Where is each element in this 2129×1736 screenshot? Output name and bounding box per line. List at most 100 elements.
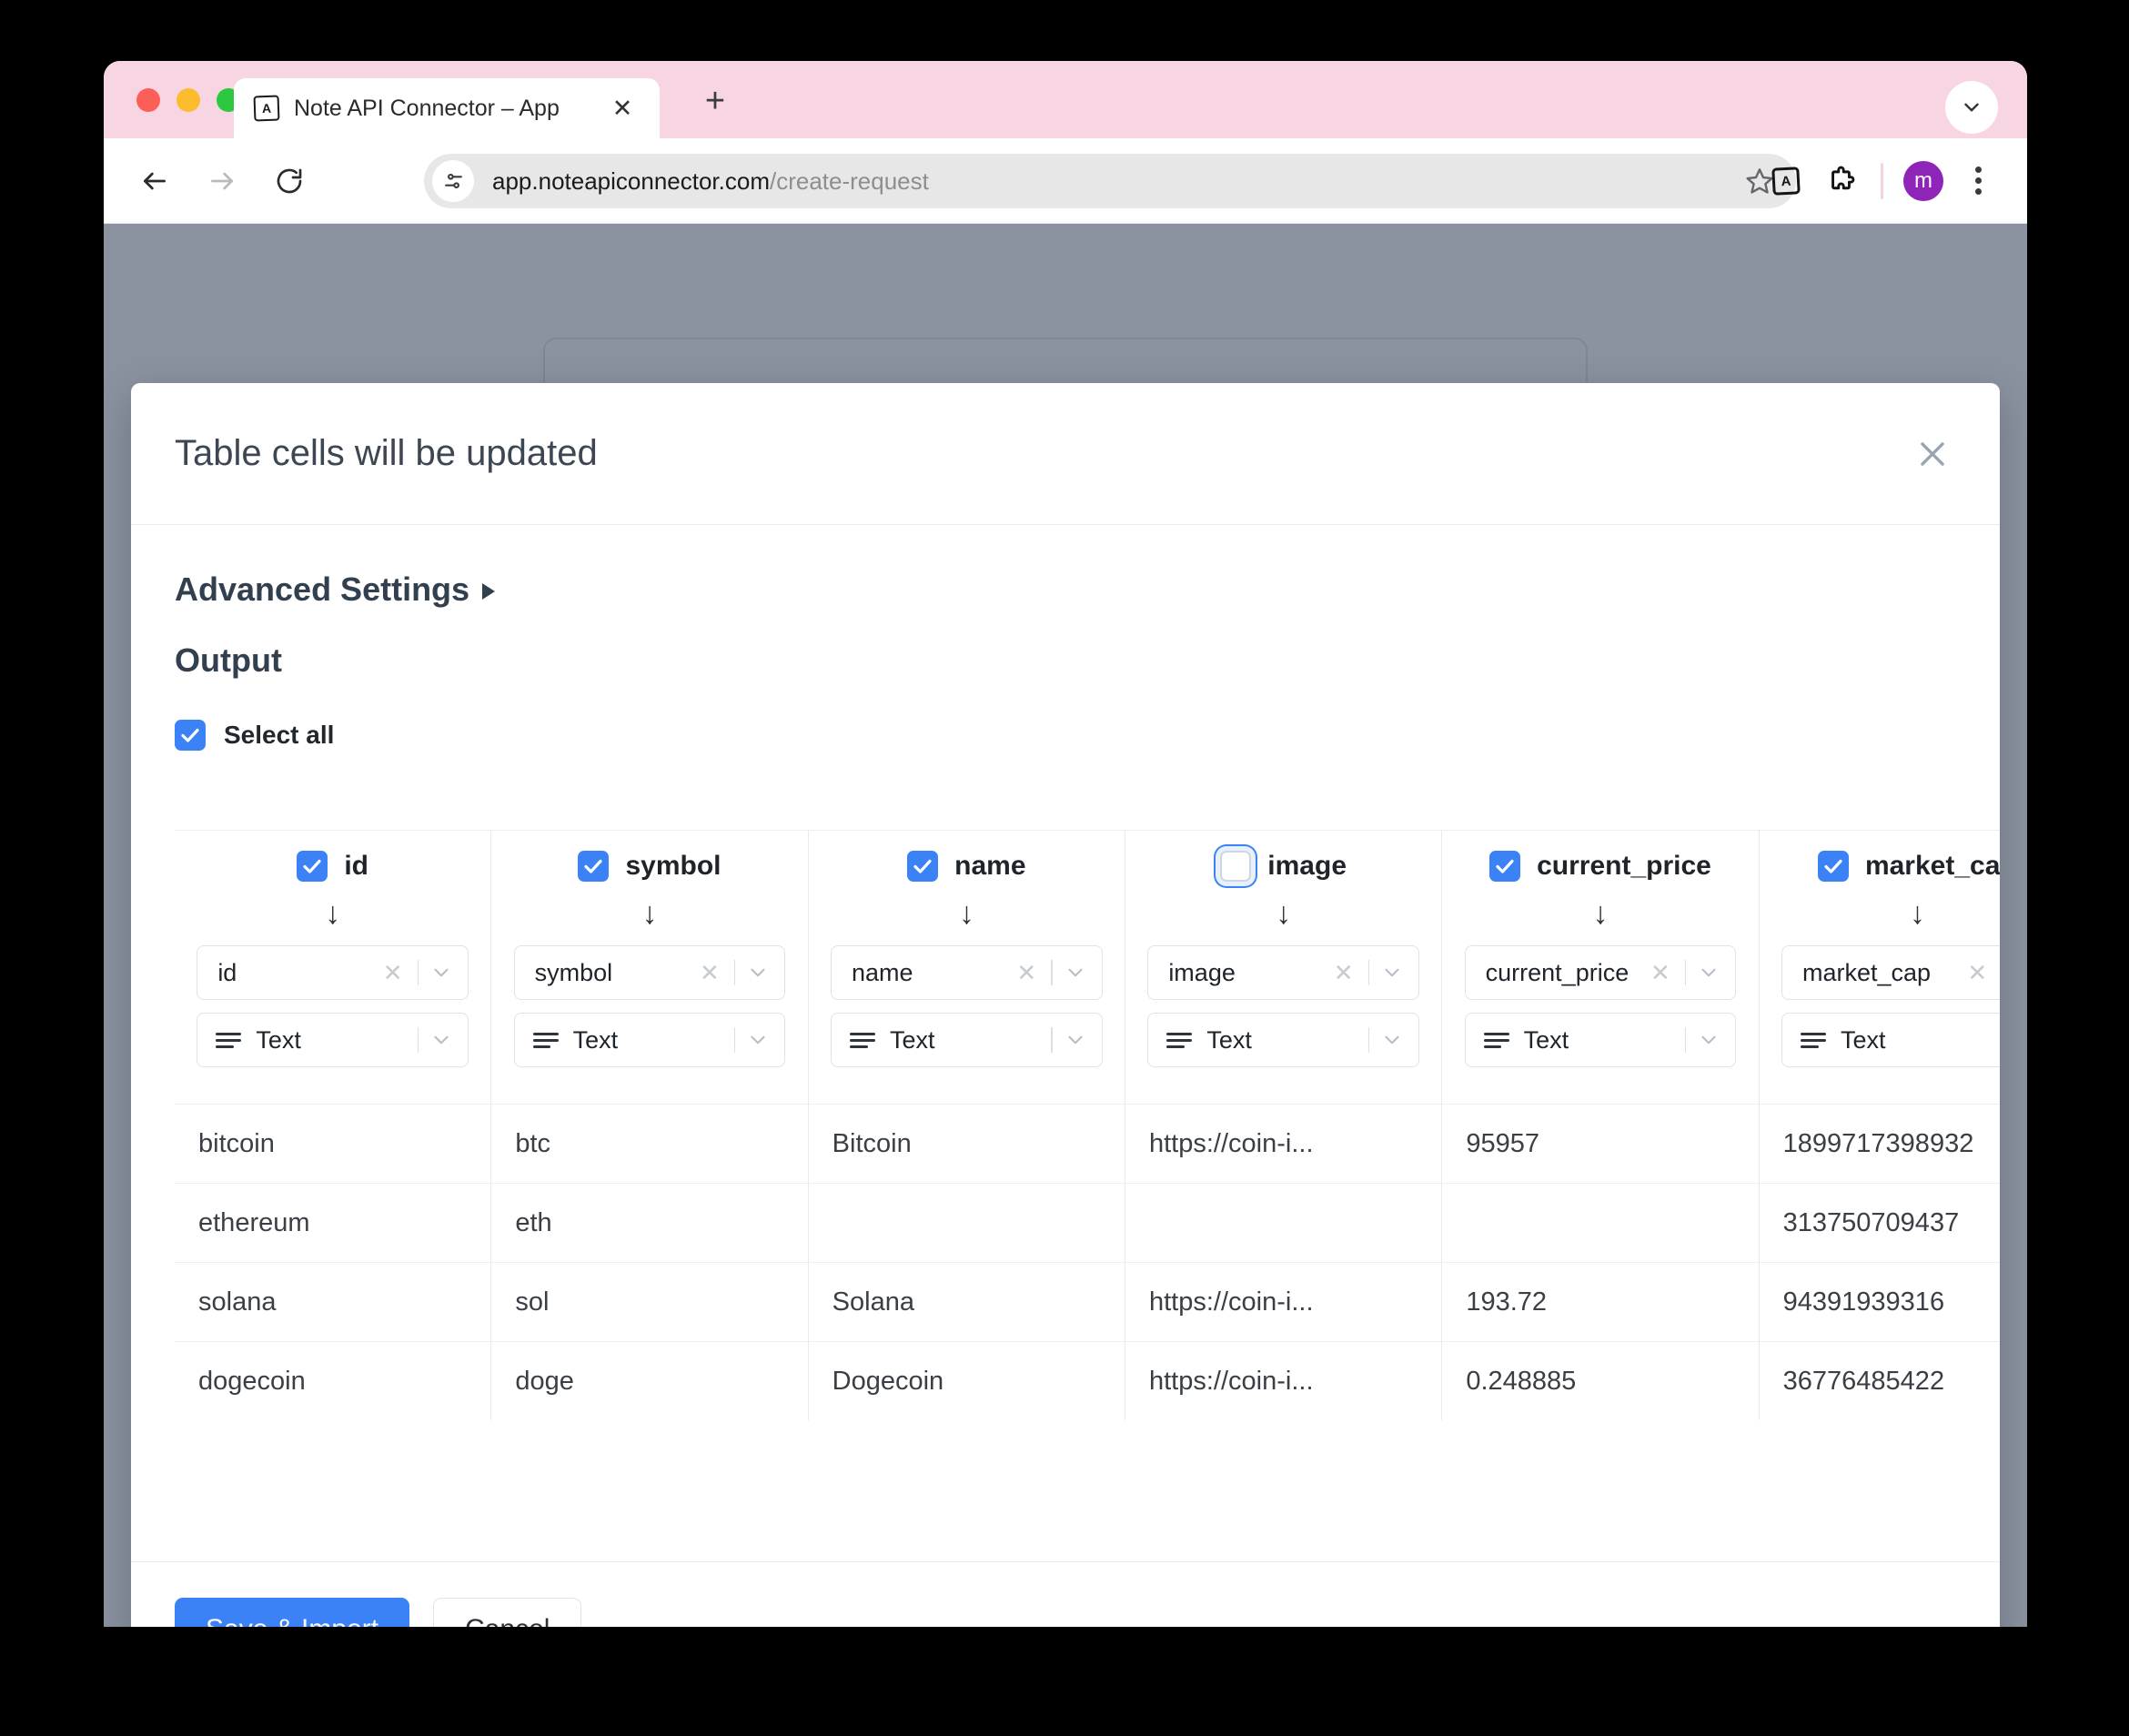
clear-icon[interactable]: ✕	[1013, 959, 1040, 987]
type-select-name[interactable]: Text	[830, 1013, 1103, 1067]
cell-image[interactable]: https://coin-i...	[1125, 1104, 1443, 1183]
cell-symbol[interactable]: doge	[491, 1341, 809, 1420]
select-divider	[1051, 1027, 1053, 1053]
cell-name[interactable]: Bitcoin	[808, 1104, 1125, 1183]
select-divider	[417, 960, 419, 985]
cell-market_cap[interactable]: 94391939316	[1759, 1262, 2000, 1341]
site-settings-icon[interactable]	[432, 160, 474, 202]
dialog-body: Advanced Settings Output Select all id ↓ i…	[131, 525, 2000, 1561]
cell-id[interactable]: solana	[175, 1262, 492, 1341]
output-heading: Output	[175, 641, 282, 679]
column-checkbox-market_cap[interactable]	[1817, 851, 1849, 882]
type-select-current_price[interactable]: Text	[1464, 1013, 1737, 1067]
type-select-market_cap[interactable]: Text	[1781, 1013, 2000, 1067]
chevron-down-icon[interactable]	[746, 961, 784, 984]
chevron-down-icon[interactable]	[429, 961, 468, 984]
close-window-button[interactable]	[136, 88, 160, 112]
new-tab-button[interactable]: +	[695, 81, 735, 121]
kebab-menu-icon[interactable]	[1952, 156, 2003, 207]
cell-id[interactable]: dogecoin	[175, 1341, 492, 1420]
chevron-down-icon[interactable]	[1697, 1028, 1735, 1052]
select-divider	[1684, 960, 1687, 985]
cell-id[interactable]: ethereum	[175, 1183, 492, 1262]
type-select-symbol[interactable]: Text	[513, 1013, 786, 1067]
cell-image[interactable]: https://coin-i...	[1125, 1341, 1443, 1420]
chevron-down-icon[interactable]	[429, 1028, 468, 1052]
field-select-name[interactable]: name ✕	[830, 945, 1103, 1000]
text-type-icon	[1166, 1032, 1193, 1048]
kebab-dots	[1974, 167, 1982, 195]
clear-icon[interactable]: ✕	[1963, 959, 1991, 987]
column-checkbox-symbol[interactable]	[578, 851, 610, 882]
clear-icon[interactable]: ✕	[1647, 959, 1674, 987]
minimize-window-button[interactable]	[177, 88, 200, 112]
avatar[interactable]: m	[1898, 156, 1949, 207]
cell-name[interactable]: Dogecoin	[808, 1341, 1125, 1420]
chevron-down-icon[interactable]	[1697, 961, 1735, 984]
column-checkbox-name[interactable]	[907, 851, 939, 882]
field-select-market_cap[interactable]: market_cap ✕	[1781, 945, 2000, 1000]
cell-symbol[interactable]: eth	[491, 1183, 809, 1262]
field-select-symbol[interactable]: symbol ✕	[513, 945, 786, 1000]
output-mapping-grid[interactable]: id ↓ id ✕ Text symbol ↓ symbol ✕ Text name ↓ name ✕ Te…	[175, 830, 2000, 1561]
cell-name[interactable]: Solana	[808, 1262, 1125, 1341]
type-select-label: Text	[256, 1025, 301, 1054]
clear-icon[interactable]: ✕	[379, 959, 407, 987]
tab-close-icon[interactable]: ✕	[607, 93, 638, 124]
arrow-down-icon: ↓	[1909, 896, 1925, 931]
reload-icon[interactable]	[264, 156, 315, 207]
address-bar-url: app.noteapiconnector.com/create-request	[492, 167, 929, 196]
cell-symbol[interactable]: sol	[491, 1262, 809, 1341]
select-all-checkbox[interactable]	[175, 720, 206, 751]
cell-market_cap[interactable]: 313750709437	[1759, 1183, 2000, 1262]
cell-market_cap[interactable]: 36776485422	[1759, 1341, 2000, 1420]
column-header-symbol: symbol ↓ symbol ✕ Text	[491, 831, 809, 1104]
arrow-down-icon: ↓	[1592, 896, 1609, 931]
window-controls	[136, 88, 240, 112]
clear-icon[interactable]: ✕	[696, 959, 723, 987]
column-checkbox-current_price[interactable]	[1489, 851, 1521, 882]
cancel-button[interactable]: Cancel	[433, 1597, 582, 1627]
cell-id[interactable]: bitcoin	[175, 1104, 492, 1183]
cell-current_price[interactable]: 0.248885	[1442, 1341, 1760, 1420]
cell-market_cap[interactable]: 1899717398932	[1759, 1104, 2000, 1183]
select-divider	[417, 1027, 419, 1053]
chevron-down-icon[interactable]	[746, 1028, 784, 1052]
chevron-down-icon[interactable]	[1064, 961, 1102, 984]
select-all-row[interactable]: Select all	[175, 720, 2000, 751]
cell-current_price[interactable]: 95957	[1442, 1104, 1760, 1183]
type-select-value: Text	[1782, 1026, 1991, 1055]
browser-tab[interactable]: A Note API Connector – App ✕	[234, 78, 660, 138]
close-icon[interactable]	[1909, 430, 1956, 478]
address-bar[interactable]: app.noteapiconnector.com/create-request	[424, 154, 1796, 208]
text-type-icon	[1483, 1032, 1509, 1048]
cell-image[interactable]: https://coin-i...	[1125, 1262, 1443, 1341]
field-select-current_price[interactable]: current_price ✕	[1464, 945, 1737, 1000]
tab-search-chevron-down-icon[interactable]	[1945, 81, 1998, 134]
back-arrow-icon[interactable]	[129, 156, 180, 207]
column-checkbox-image[interactable]	[1220, 851, 1252, 882]
cell-image[interactable]	[1125, 1183, 1443, 1262]
field-select-image[interactable]: image ✕	[1147, 945, 1419, 1000]
save-and-import-button[interactable]: Save & Import	[175, 1597, 410, 1627]
cell-name[interactable]	[808, 1183, 1125, 1262]
puzzle-icon[interactable]	[1815, 156, 1866, 207]
cell-current_price[interactable]	[1442, 1183, 1760, 1262]
chevron-down-icon[interactable]	[1380, 1028, 1418, 1052]
forward-arrow-icon[interactable]	[197, 156, 247, 207]
cell-symbol[interactable]: btc	[491, 1104, 809, 1183]
column-checkbox-id[interactable]	[297, 851, 328, 882]
type-select-id[interactable]: Text	[197, 1013, 469, 1067]
chevron-down-icon[interactable]	[1064, 1028, 1102, 1052]
chevron-down-icon[interactable]	[1380, 961, 1418, 984]
type-select-image[interactable]: Text	[1147, 1013, 1419, 1067]
cell-current_price[interactable]: 193.72	[1442, 1262, 1760, 1341]
note-api-extension-icon[interactable]: A	[1761, 156, 1811, 207]
text-type-icon	[849, 1032, 875, 1048]
type-select-label: Text	[1523, 1025, 1569, 1054]
field-select-id[interactable]: id ✕	[197, 945, 469, 1000]
column-name: id	[344, 851, 368, 881]
advanced-settings-toggle[interactable]: Advanced Settings	[175, 570, 496, 609]
clear-icon[interactable]: ✕	[1330, 959, 1357, 987]
arrow-down-icon: ↓	[958, 896, 974, 931]
